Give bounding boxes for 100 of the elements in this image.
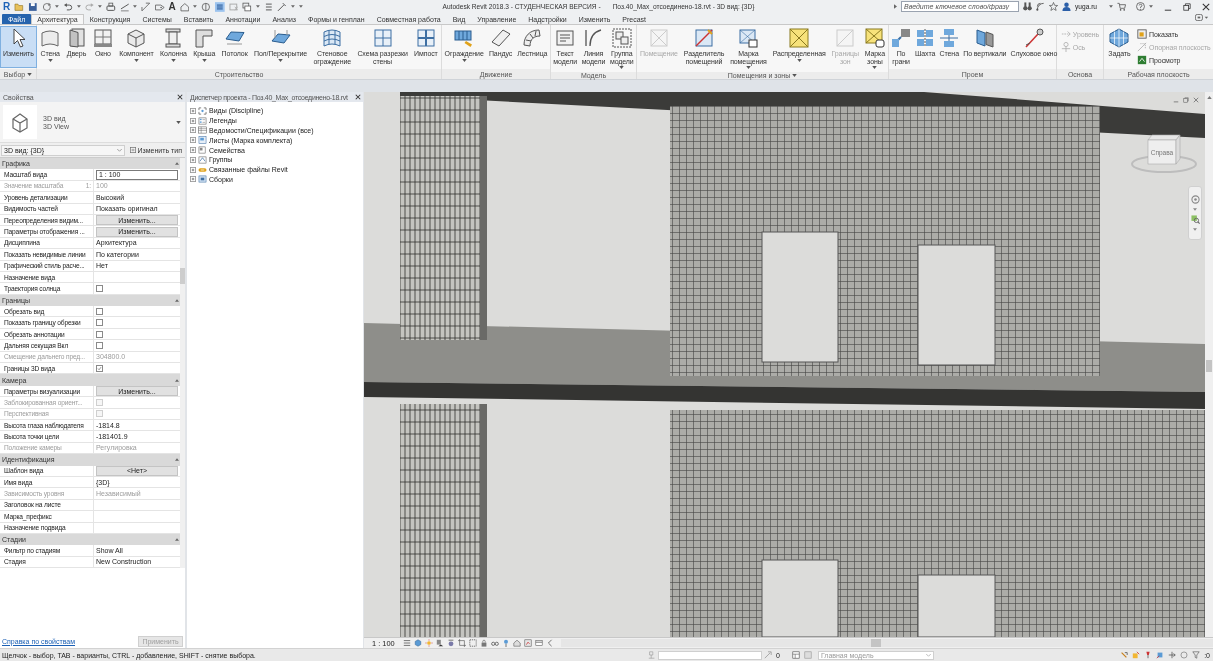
sync-icon[interactable] xyxy=(41,1,52,12)
checkbox[interactable] xyxy=(96,330,103,338)
printer-icon[interactable] xyxy=(106,1,116,12)
help-icon[interactable] xyxy=(1136,2,1145,11)
framed-square-icon xyxy=(1137,29,1148,39)
close-icon[interactable] xyxy=(177,94,183,100)
caret-icon xyxy=(47,58,53,62)
chart-icon[interactable] xyxy=(523,639,532,647)
zoom-region-icon[interactable] xyxy=(1190,215,1200,224)
expand-toggle-icon[interactable] xyxy=(190,156,196,163)
line-curve-icon xyxy=(583,28,604,48)
checkbox[interactable] xyxy=(96,319,103,327)
expand-toggle-icon[interactable] xyxy=(190,137,196,144)
caret-icon[interactable] xyxy=(133,5,138,8)
filter-icon[interactable] xyxy=(1192,651,1201,659)
layout-icon[interactable] xyxy=(791,651,800,659)
sphere-icon[interactable] xyxy=(446,639,455,647)
tag-icon[interactable] xyxy=(154,1,165,12)
circle-icon[interactable] xyxy=(1180,651,1189,659)
caret-icon[interactable] xyxy=(1109,5,1113,8)
scrollbar-thumb[interactable] xyxy=(870,639,881,647)
restore-icon[interactable] xyxy=(1183,2,1191,11)
close-icon[interactable] xyxy=(355,94,361,100)
line-tool-icon[interactable] xyxy=(277,1,288,12)
detail-level-icon[interactable] xyxy=(402,639,411,647)
caret-icon[interactable] xyxy=(1149,5,1153,8)
app-logo[interactable]: R xyxy=(3,1,11,12)
collapse-arrow-icon[interactable] xyxy=(175,458,179,462)
caret-icon xyxy=(619,66,625,70)
caret-icon[interactable] xyxy=(1193,228,1197,231)
square-slash-icon[interactable] xyxy=(1132,651,1141,659)
shadow-icon[interactable] xyxy=(435,639,444,647)
scrollbar-thumb[interactable] xyxy=(180,268,185,284)
house-icon[interactable] xyxy=(179,1,190,12)
bars-icon[interactable] xyxy=(263,1,274,12)
panel-icon[interactable] xyxy=(534,639,543,647)
expand-toggle-icon[interactable] xyxy=(190,107,196,114)
caret-icon[interactable] xyxy=(1193,208,1197,211)
caret-icon[interactable] xyxy=(76,5,81,8)
expand-toggle-icon[interactable] xyxy=(190,166,196,173)
scrollbar[interactable] xyxy=(1205,92,1213,637)
expand-arrow-icon[interactable] xyxy=(894,4,897,9)
expand-toggle-icon[interactable] xyxy=(190,117,196,124)
expand-toggle-icon[interactable] xyxy=(190,147,196,154)
undo-icon[interactable] xyxy=(63,1,73,12)
collapse-arrow-icon[interactable] xyxy=(175,538,179,542)
slashed-box-icon xyxy=(694,28,715,48)
caret-icon[interactable] xyxy=(27,72,33,76)
close-icon[interactable] xyxy=(1202,2,1210,11)
text-lines-icon xyxy=(555,28,576,48)
steering-wheel-icon[interactable] xyxy=(1190,195,1200,204)
caret-icon[interactable] xyxy=(98,5,103,8)
section-icon[interactable] xyxy=(201,1,211,12)
star-icon[interactable] xyxy=(1049,2,1058,11)
checkbox[interactable] xyxy=(96,307,103,315)
dimension-icon[interactable] xyxy=(141,1,151,12)
thin-lines-icon[interactable] xyxy=(215,1,225,12)
crop-region-icon[interactable] xyxy=(468,639,477,647)
chevron-tile-icon xyxy=(1137,55,1148,65)
caret-icon[interactable] xyxy=(193,5,198,8)
tile-pointer-icon[interactable] xyxy=(1156,651,1165,659)
pin-icon[interactable] xyxy=(501,639,510,647)
scroll-up-arrow-icon[interactable] xyxy=(1206,96,1212,99)
collapse-arrow-icon[interactable] xyxy=(175,298,179,302)
signal-icon[interactable] xyxy=(1036,2,1045,11)
corner-arrow-icon[interactable] xyxy=(1120,651,1129,659)
redo-icon[interactable] xyxy=(84,1,95,12)
lock-icon[interactable] xyxy=(479,639,488,647)
scrollbar-thumb[interactable] xyxy=(1206,360,1212,372)
checkbox[interactable] xyxy=(96,285,103,292)
scrollbar[interactable] xyxy=(180,158,185,569)
diagonal-arrow-icon[interactable] xyxy=(764,651,772,659)
navigation-bar[interactable] xyxy=(1188,186,1202,240)
collapse-arrow-icon[interactable] xyxy=(175,162,179,166)
measure-icon[interactable] xyxy=(119,1,130,12)
checkbox[interactable] xyxy=(96,341,103,349)
caret-icon[interactable] xyxy=(55,5,60,8)
collapse-arrow-icon[interactable] xyxy=(175,378,179,382)
user-icon[interactable] xyxy=(1062,2,1071,11)
windows-icon[interactable] xyxy=(242,1,252,12)
scrollbar[interactable] xyxy=(560,639,1213,647)
checkbox[interactable] xyxy=(96,364,103,372)
cart-icon[interactable] xyxy=(1117,2,1126,11)
chevron-box-icon xyxy=(198,155,207,164)
move-arrows-icon[interactable] xyxy=(1168,651,1177,659)
ribbon-toggle-icon[interactable] xyxy=(1195,14,1209,21)
l-shape-icon xyxy=(194,28,215,48)
caret-icon[interactable] xyxy=(255,5,260,8)
expand-toggle-icon[interactable] xyxy=(190,176,196,183)
expand-toggle-icon[interactable] xyxy=(190,127,196,134)
text-tool[interactable]: A xyxy=(168,1,176,12)
binoculars-icon[interactable] xyxy=(1023,2,1032,11)
crop-icon[interactable] xyxy=(457,639,466,647)
thick-cross-grid-icon xyxy=(415,28,436,48)
box-icon xyxy=(126,28,147,48)
grid-icon xyxy=(372,28,393,48)
glasses-icon[interactable] xyxy=(490,639,499,647)
crossed-box-icon xyxy=(789,28,810,48)
caret-icon[interactable] xyxy=(792,74,798,78)
caret-icon xyxy=(872,66,878,70)
